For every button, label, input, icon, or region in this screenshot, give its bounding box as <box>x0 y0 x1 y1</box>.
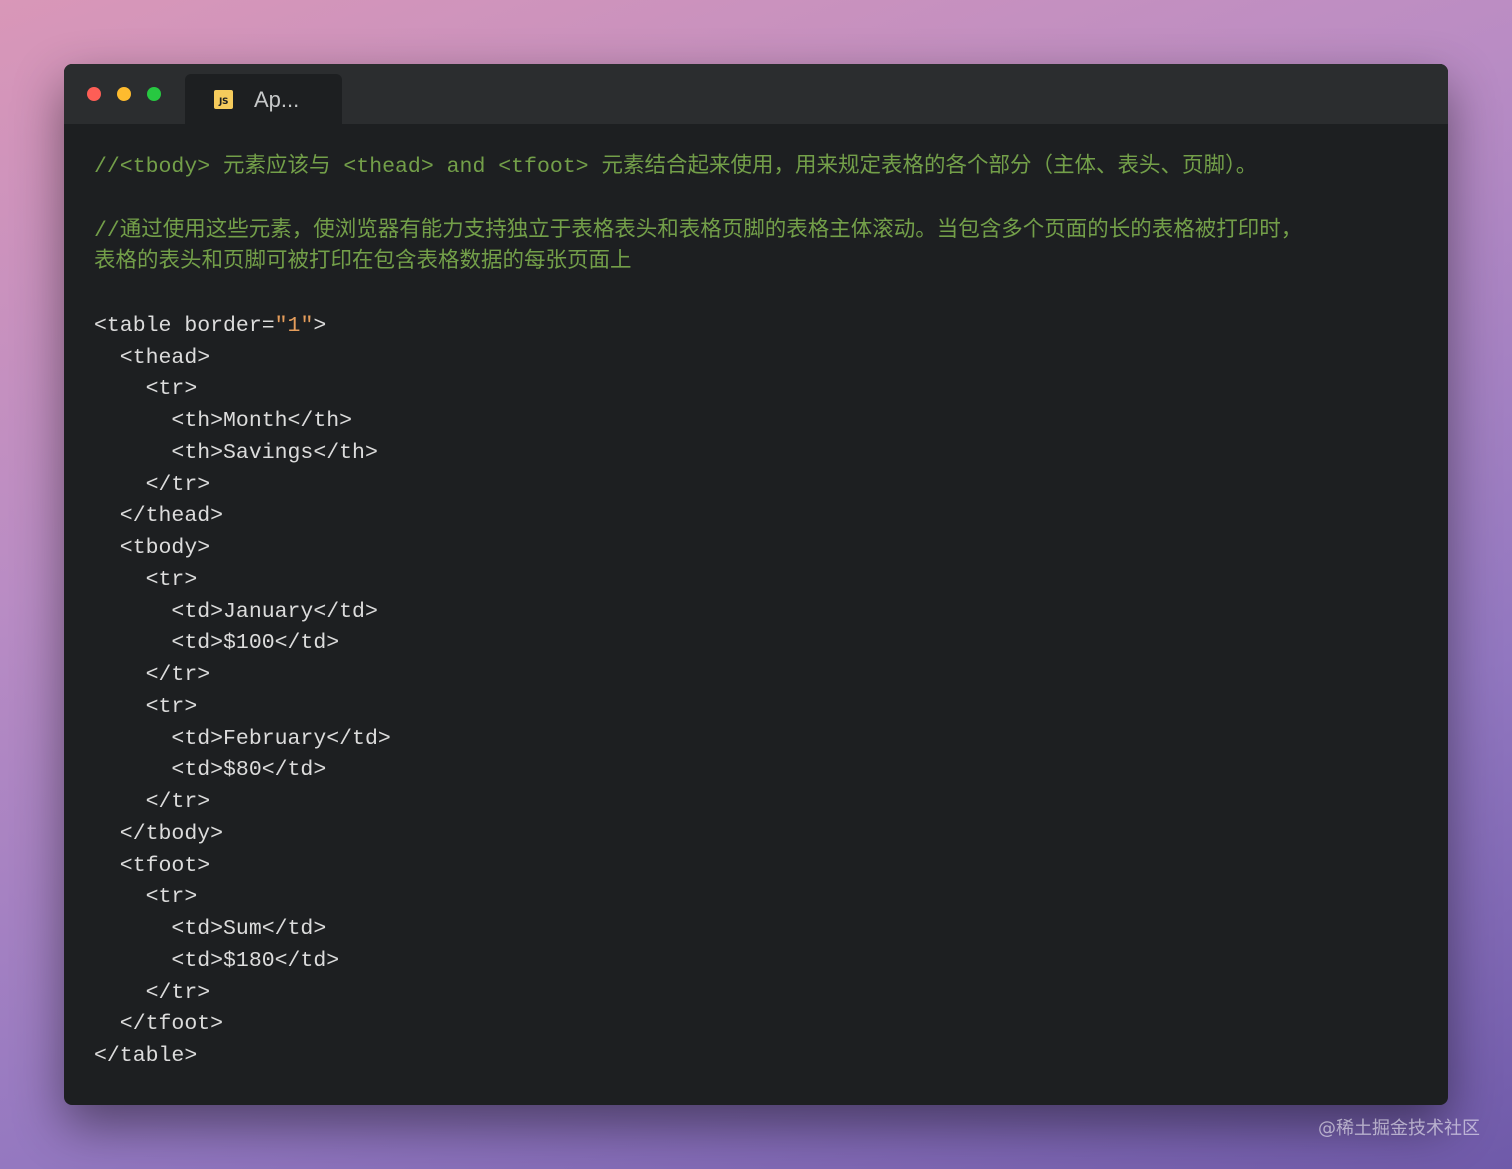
code-string-token: "1" <box>274 313 314 338</box>
code-line: <th>Month</th> <box>94 409 353 433</box>
code-line: </table> <box>94 1044 198 1068</box>
code-line: </tfoot> <box>94 1012 224 1037</box>
code-line: <tr> <box>94 567 198 592</box>
code-line: <td>$80</td> <box>94 758 327 783</box>
code-line: <tr> <box>94 377 198 402</box>
code-line: <td>$180</td> <box>94 948 340 973</box>
javascript-file-icon: JS <box>214 90 233 109</box>
code-editor[interactable]: //<tbody> 元素应该与 <thead> and <tfoot> 元素结合… <box>94 152 1302 1073</box>
code-token: <table border= <box>94 313 275 338</box>
tab-title: Ap... <box>254 87 300 112</box>
code-line: <tr> <box>94 885 198 910</box>
code-comment-line: //通过使用这些元素，使浏览器有能力支持独立于表格表头和表格页脚的表格主体滚动。… <box>94 218 1303 243</box>
title-bar: JS Ap... <box>64 64 1448 124</box>
code-line: <tr> <box>94 694 198 719</box>
watermark: @稀土掘金技术社区 <box>1318 1118 1480 1139</box>
code-line: <td>$100</td> <box>94 631 340 656</box>
code-line: </tr> <box>94 790 211 814</box>
code-line: <tbody> <box>94 536 211 560</box>
code-line: </tr> <box>94 980 211 1005</box>
maximize-button[interactable] <box>147 87 161 101</box>
code-line: <th>Savings</th> <box>94 440 378 465</box>
code-comment-line: //<tbody> 元素应该与 <thead> and <tfoot> 元素结合… <box>94 155 1258 179</box>
code-comment-line: 表格的表头和页脚可被打印在包含表格数据的每张页面上 <box>94 250 632 275</box>
close-button[interactable] <box>87 87 101 101</box>
code-line: <thead> <box>94 345 211 370</box>
code-line: </thead> <box>94 504 224 529</box>
file-tab[interactable]: JS Ap... <box>185 74 342 124</box>
code-window: JS Ap... //<tbody> 元素应该与 <thead> and <tf… <box>64 64 1448 1105</box>
code-line: </tbody> <box>94 821 224 846</box>
code-line: <tfoot> <box>94 853 211 878</box>
code-line: <td>January</td> <box>94 599 378 624</box>
minimize-button[interactable] <box>117 87 131 101</box>
code-line: <td>Sum</td> <box>94 917 327 941</box>
code-token: > <box>313 313 327 338</box>
code-line: <td>February</td> <box>94 726 391 751</box>
code-line: <table border="1"> <box>94 311 1302 343</box>
code-line: </tr> <box>94 472 211 497</box>
code-line: </tr> <box>94 663 211 687</box>
